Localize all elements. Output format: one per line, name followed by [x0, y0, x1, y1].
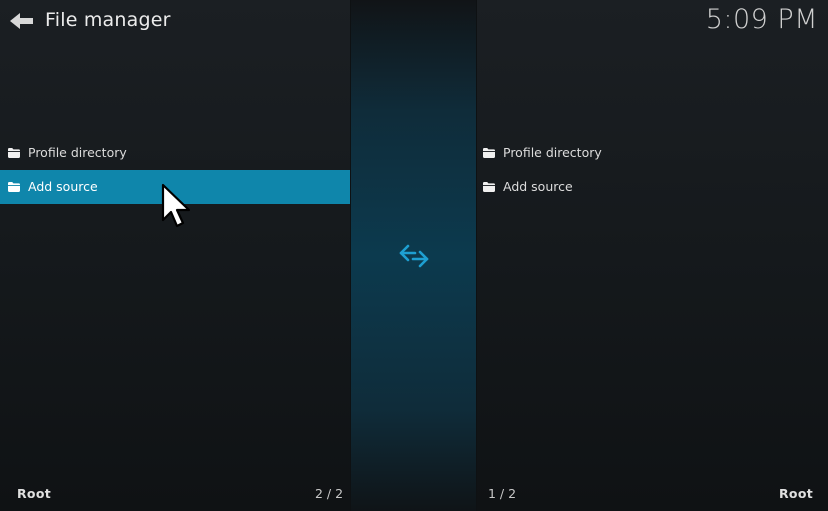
path-label: Root	[779, 486, 813, 501]
left-footer-path: Root	[17, 486, 51, 501]
item-count: 1 / 2	[488, 486, 517, 501]
right-pane: Profile directory Add source 1 / 2 Root	[475, 0, 828, 511]
list-item-label: Profile directory	[503, 145, 602, 160]
folder-icon	[8, 182, 20, 192]
list-item-label: Profile directory	[28, 145, 127, 160]
swap-arrows-icon[interactable]	[398, 243, 430, 269]
right-footer-count: 1 / 2	[488, 486, 516, 501]
folder-icon	[483, 182, 495, 192]
file-manager-screen: File manager 5:09 PM Profile directory A…	[0, 0, 828, 511]
folder-icon	[483, 148, 495, 158]
right-file-list: Profile directory Add source	[475, 136, 828, 204]
path-label: Root	[17, 486, 51, 501]
right-footer-path: Root	[779, 486, 813, 501]
item-count: 2 / 2	[315, 486, 344, 501]
left-pane: Profile directory Add source Root 2 / 2	[0, 0, 350, 511]
list-item-label: Add source	[503, 179, 573, 194]
right-list-item-add-source[interactable]: Add source	[475, 170, 828, 204]
list-item-label: Add source	[28, 179, 98, 194]
left-list-item-profile-directory[interactable]: Profile directory	[0, 136, 350, 170]
mouse-pointer-icon	[161, 183, 191, 228]
left-footer-count: 2 / 2	[315, 486, 343, 501]
right-list-item-profile-directory[interactable]: Profile directory	[475, 136, 828, 170]
folder-icon	[8, 148, 20, 158]
